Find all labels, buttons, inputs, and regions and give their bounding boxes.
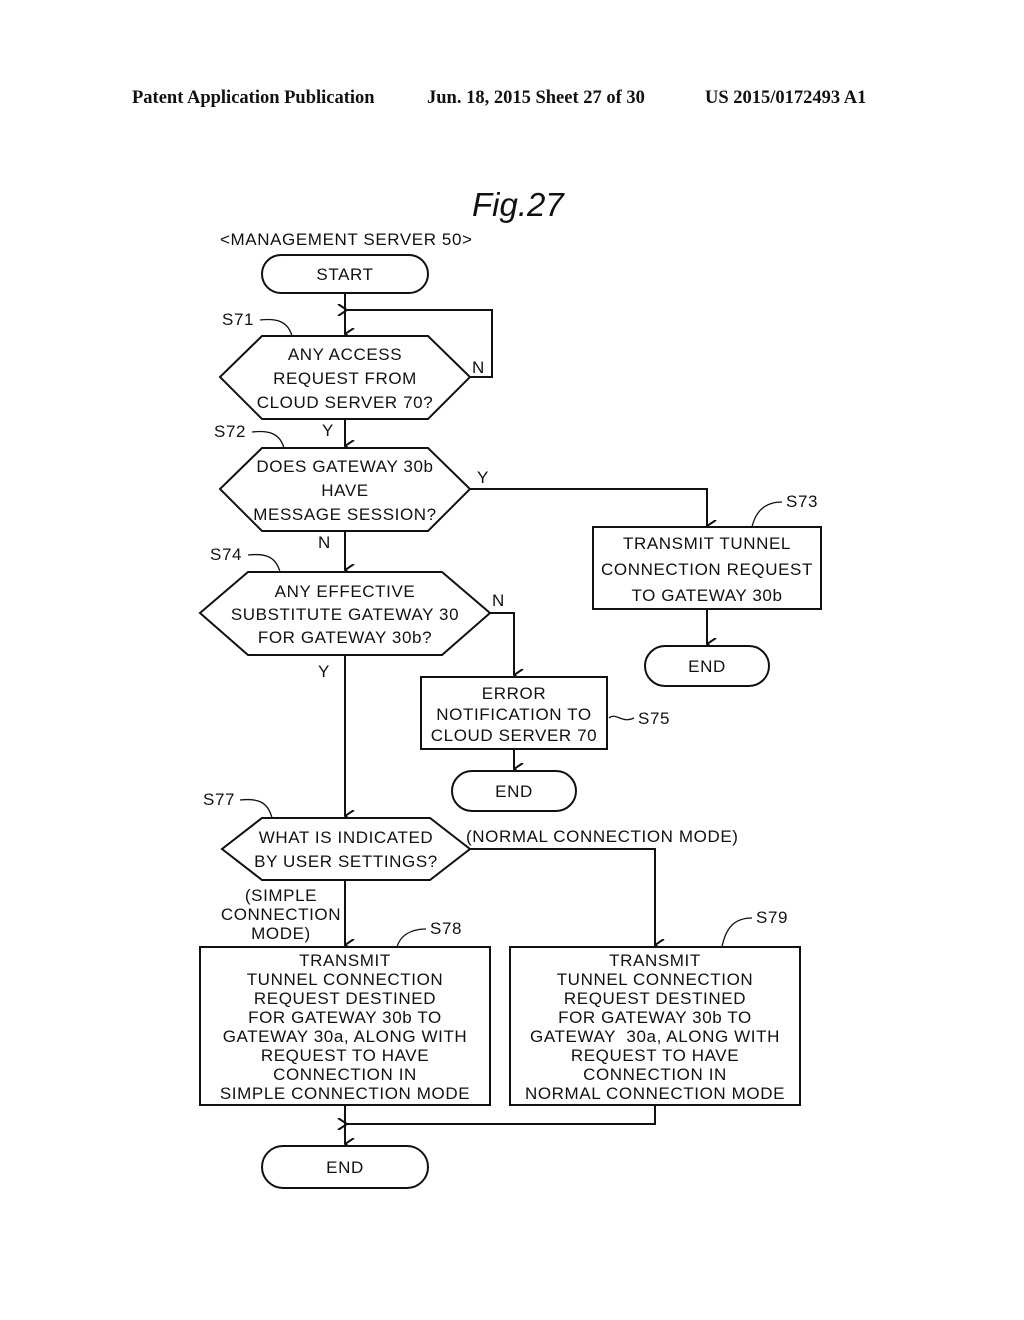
process-s75: ERROR NOTIFICATION TO CLOUD SERVER 70 — [420, 676, 608, 750]
ref-s72-leader — [251, 430, 285, 449]
s74-yes-label: Y — [318, 662, 330, 681]
s79-line: REQUEST TO HAVE — [571, 1046, 739, 1065]
s74-line: ANY EFFECTIVE — [275, 582, 416, 601]
end3-label: END — [326, 1158, 364, 1177]
process-s73: TRANSMIT TUNNEL CONNECTION REQUEST TO GA… — [592, 526, 822, 610]
ref-s71-leader — [259, 318, 293, 337]
process-s78: TRANSMIT TUNNEL CONNECTION REQUEST DESTI… — [199, 946, 491, 1106]
ref-s73: S73 — [786, 492, 818, 511]
s78-line: FOR GATEWAY 30b TO — [248, 1008, 442, 1027]
s74-no-label: N — [492, 591, 505, 610]
s71-no-label: N — [472, 358, 485, 377]
edge-s74-no — [490, 612, 514, 675]
flowchart: Fig.27 <MANAGEMENT SERVER 50> START N AN… — [198, 186, 822, 1189]
ref-s77: S77 — [203, 790, 235, 809]
end2-label: END — [495, 782, 533, 801]
s73-line: TO GATEWAY 30b — [631, 586, 782, 605]
s78-line: REQUEST TO HAVE — [261, 1046, 429, 1065]
end-terminal-1: END — [644, 645, 770, 687]
decision-s77: WHAT IS INDICATED BY USER SETTINGS? — [220, 817, 472, 881]
s71-line: REQUEST FROM — [273, 369, 417, 388]
figure-title: Fig.27 — [472, 186, 565, 223]
s72-line: DOES GATEWAY 30b — [256, 457, 433, 476]
figure-subtitle: <MANAGEMENT SERVER 50> — [220, 230, 473, 249]
ref-s75: S75 — [638, 709, 670, 728]
ref-s71: S71 — [222, 310, 254, 329]
s75-line: NOTIFICATION TO — [436, 705, 591, 724]
s78-line: REQUEST DESTINED — [254, 989, 436, 1008]
s72-no-label: N — [318, 533, 331, 552]
s71-line: ANY ACCESS — [288, 345, 402, 364]
ref-s75-leader — [608, 715, 635, 721]
start-terminal: START — [261, 254, 429, 294]
ref-s79: S79 — [756, 908, 788, 927]
s77-branch-simple-label: (SIMPLE — [245, 886, 317, 905]
end-terminal-2: END — [451, 770, 577, 812]
s78-line: SIMPLE CONNECTION MODE — [220, 1084, 470, 1103]
s72-line: MESSAGE SESSION? — [253, 505, 436, 524]
s78-line: GATEWAY 30a, ALONG WITH — [223, 1027, 468, 1046]
s77-line: BY USER SETTINGS? — [254, 852, 438, 871]
ref-s73-leader — [751, 501, 783, 528]
s73-line: CONNECTION REQUEST — [601, 560, 813, 579]
edge-s72-yes — [470, 488, 707, 526]
s74-line: SUBSTITUTE GATEWAY 30 — [231, 605, 459, 624]
s78-line: CONNECTION IN — [273, 1065, 417, 1084]
ref-s74-leader — [247, 553, 281, 573]
s74-line: FOR GATEWAY 30b? — [258, 628, 432, 647]
s78-line: TUNNEL CONNECTION — [247, 970, 444, 989]
decision-s71: ANY ACCESS REQUEST FROM CLOUD SERVER 70? — [218, 335, 472, 420]
s79-line: NORMAL CONNECTION MODE — [525, 1084, 785, 1103]
edge-s79-end — [347, 1105, 656, 1124]
s72-yes-label: Y — [477, 468, 489, 487]
ref-s78: S78 — [430, 919, 462, 938]
process-s79: TRANSMIT TUNNEL CONNECTION REQUEST DESTI… — [509, 946, 801, 1106]
s75-line: ERROR — [482, 684, 546, 703]
s75-line: CLOUD SERVER 70 — [431, 726, 597, 745]
s79-line: CONNECTION IN — [583, 1065, 727, 1084]
s77-line: WHAT IS INDICATED — [259, 828, 434, 847]
end-terminal-3: END — [261, 1145, 429, 1189]
s71-yes-label: Y — [322, 421, 334, 440]
s73-line: TRANSMIT TUNNEL — [623, 534, 791, 553]
decision-s74: ANY EFFECTIVE SUBSTITUTE GATEWAY 30 FOR … — [198, 571, 492, 656]
start-label: START — [316, 265, 373, 284]
s77-branch-simple-label: MODE) — [251, 924, 311, 943]
s79-line: FOR GATEWAY 30b TO — [558, 1008, 752, 1027]
s79-line: TRANSMIT — [609, 951, 701, 970]
s71-line: CLOUD SERVER 70? — [257, 393, 434, 412]
s77-branch-normal-label: (NORMAL CONNECTION MODE) — [466, 827, 739, 846]
decision-s72: DOES GATEWAY 30b HAVE MESSAGE SESSION? — [218, 447, 472, 532]
s79-line: TUNNEL CONNECTION — [557, 970, 754, 989]
s79-line: GATEWAY 30a, ALONG WITH — [530, 1027, 780, 1046]
ref-s77-leader — [239, 798, 273, 819]
ref-s78-leader — [396, 928, 427, 948]
s77-branch-simple-label: CONNECTION — [221, 905, 341, 924]
ref-s72: S72 — [214, 422, 246, 441]
s72-line: HAVE — [321, 481, 368, 500]
edge-s77-normal — [470, 848, 655, 945]
ref-s74: S74 — [210, 545, 242, 564]
s79-line: REQUEST DESTINED — [564, 989, 746, 1008]
ref-s79-leader — [721, 917, 753, 948]
end1-label: END — [688, 657, 726, 676]
s78-line: TRANSMIT — [299, 951, 391, 970]
